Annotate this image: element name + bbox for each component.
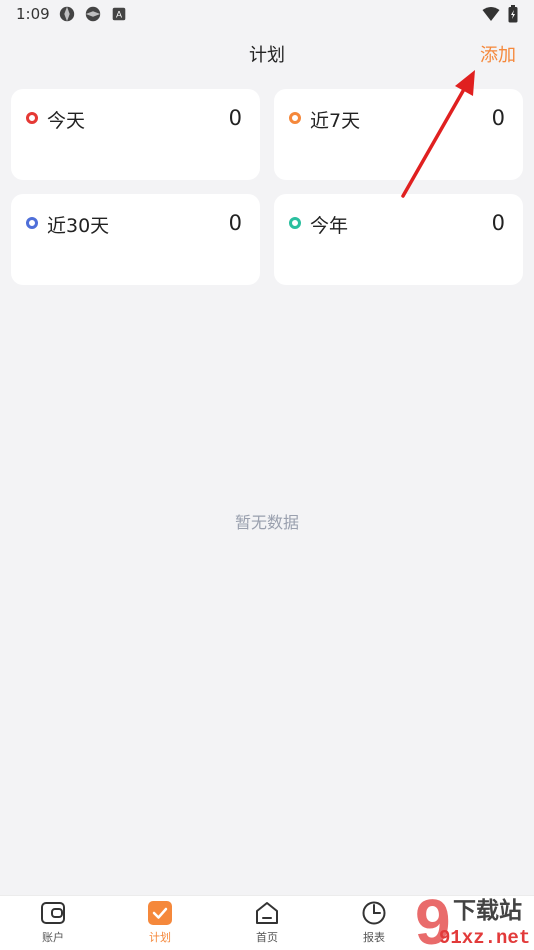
battery-icon — [508, 5, 518, 23]
wifi-icon — [482, 7, 500, 21]
chart-icon — [362, 901, 386, 925]
card-label: 今天 — [47, 110, 86, 132]
aperture-icon — [59, 6, 75, 22]
tab-label: 首页 — [256, 931, 278, 944]
wallet-icon — [41, 902, 65, 924]
plan-screen: 1:09 A 计划 添加 今天 0 近7天 0 近30天 0 今年 0 暂无数据… — [0, 0, 534, 950]
tab-label: 账户 — [42, 931, 64, 944]
tab-plan[interactable]: 计划 — [130, 900, 190, 948]
tab-label: 报表 — [363, 931, 385, 944]
home-icon — [256, 902, 278, 924]
teal-dot-icon — [289, 217, 301, 229]
tab-account[interactable]: 账户 — [23, 900, 83, 948]
check-square-icon — [148, 901, 172, 925]
card-value: 0 — [228, 211, 242, 235]
svg-text:A: A — [116, 10, 122, 20]
watermark-logo-icon: 9 下载站 91xz.net — [415, 886, 530, 950]
status-time: 1:09 — [16, 5, 50, 23]
status-system-icons — [482, 5, 518, 23]
tab-home[interactable]: 首页 — [237, 900, 297, 948]
empty-state-text: 暂无数据 — [234, 513, 299, 532]
red-dot-icon — [26, 112, 38, 124]
card-this-year[interactable]: 今年 0 — [274, 194, 523, 285]
status-notification-icons: A — [58, 5, 128, 23]
a-badge-icon: A — [112, 7, 126, 21]
card-value: 0 — [491, 106, 505, 130]
tab-label: 计划 — [149, 931, 171, 944]
card-last-30-days[interactable]: 近30天 0 — [11, 194, 260, 285]
annotation-arrow-icon — [401, 70, 475, 198]
card-value: 0 — [228, 106, 242, 130]
site-watermark: 9 下载站 91xz.net — [405, 886, 534, 950]
add-plan-button[interactable]: 添加 — [480, 41, 516, 67]
watermark-brand: 下载站 — [453, 898, 522, 924]
status-bar: 1:09 A — [0, 0, 534, 28]
card-value: 0 — [491, 211, 505, 235]
tab-report[interactable]: 报表 — [344, 900, 404, 948]
card-label: 近7天 — [310, 110, 361, 132]
aperture-icon — [85, 6, 101, 22]
watermark-site: 91xz.net — [439, 927, 530, 949]
blue-dot-icon — [26, 217, 38, 229]
card-label: 近30天 — [47, 215, 110, 237]
card-label: 今年 — [310, 215, 349, 237]
orange-dot-icon — [289, 112, 301, 124]
card-today[interactable]: 今天 0 — [11, 89, 260, 180]
